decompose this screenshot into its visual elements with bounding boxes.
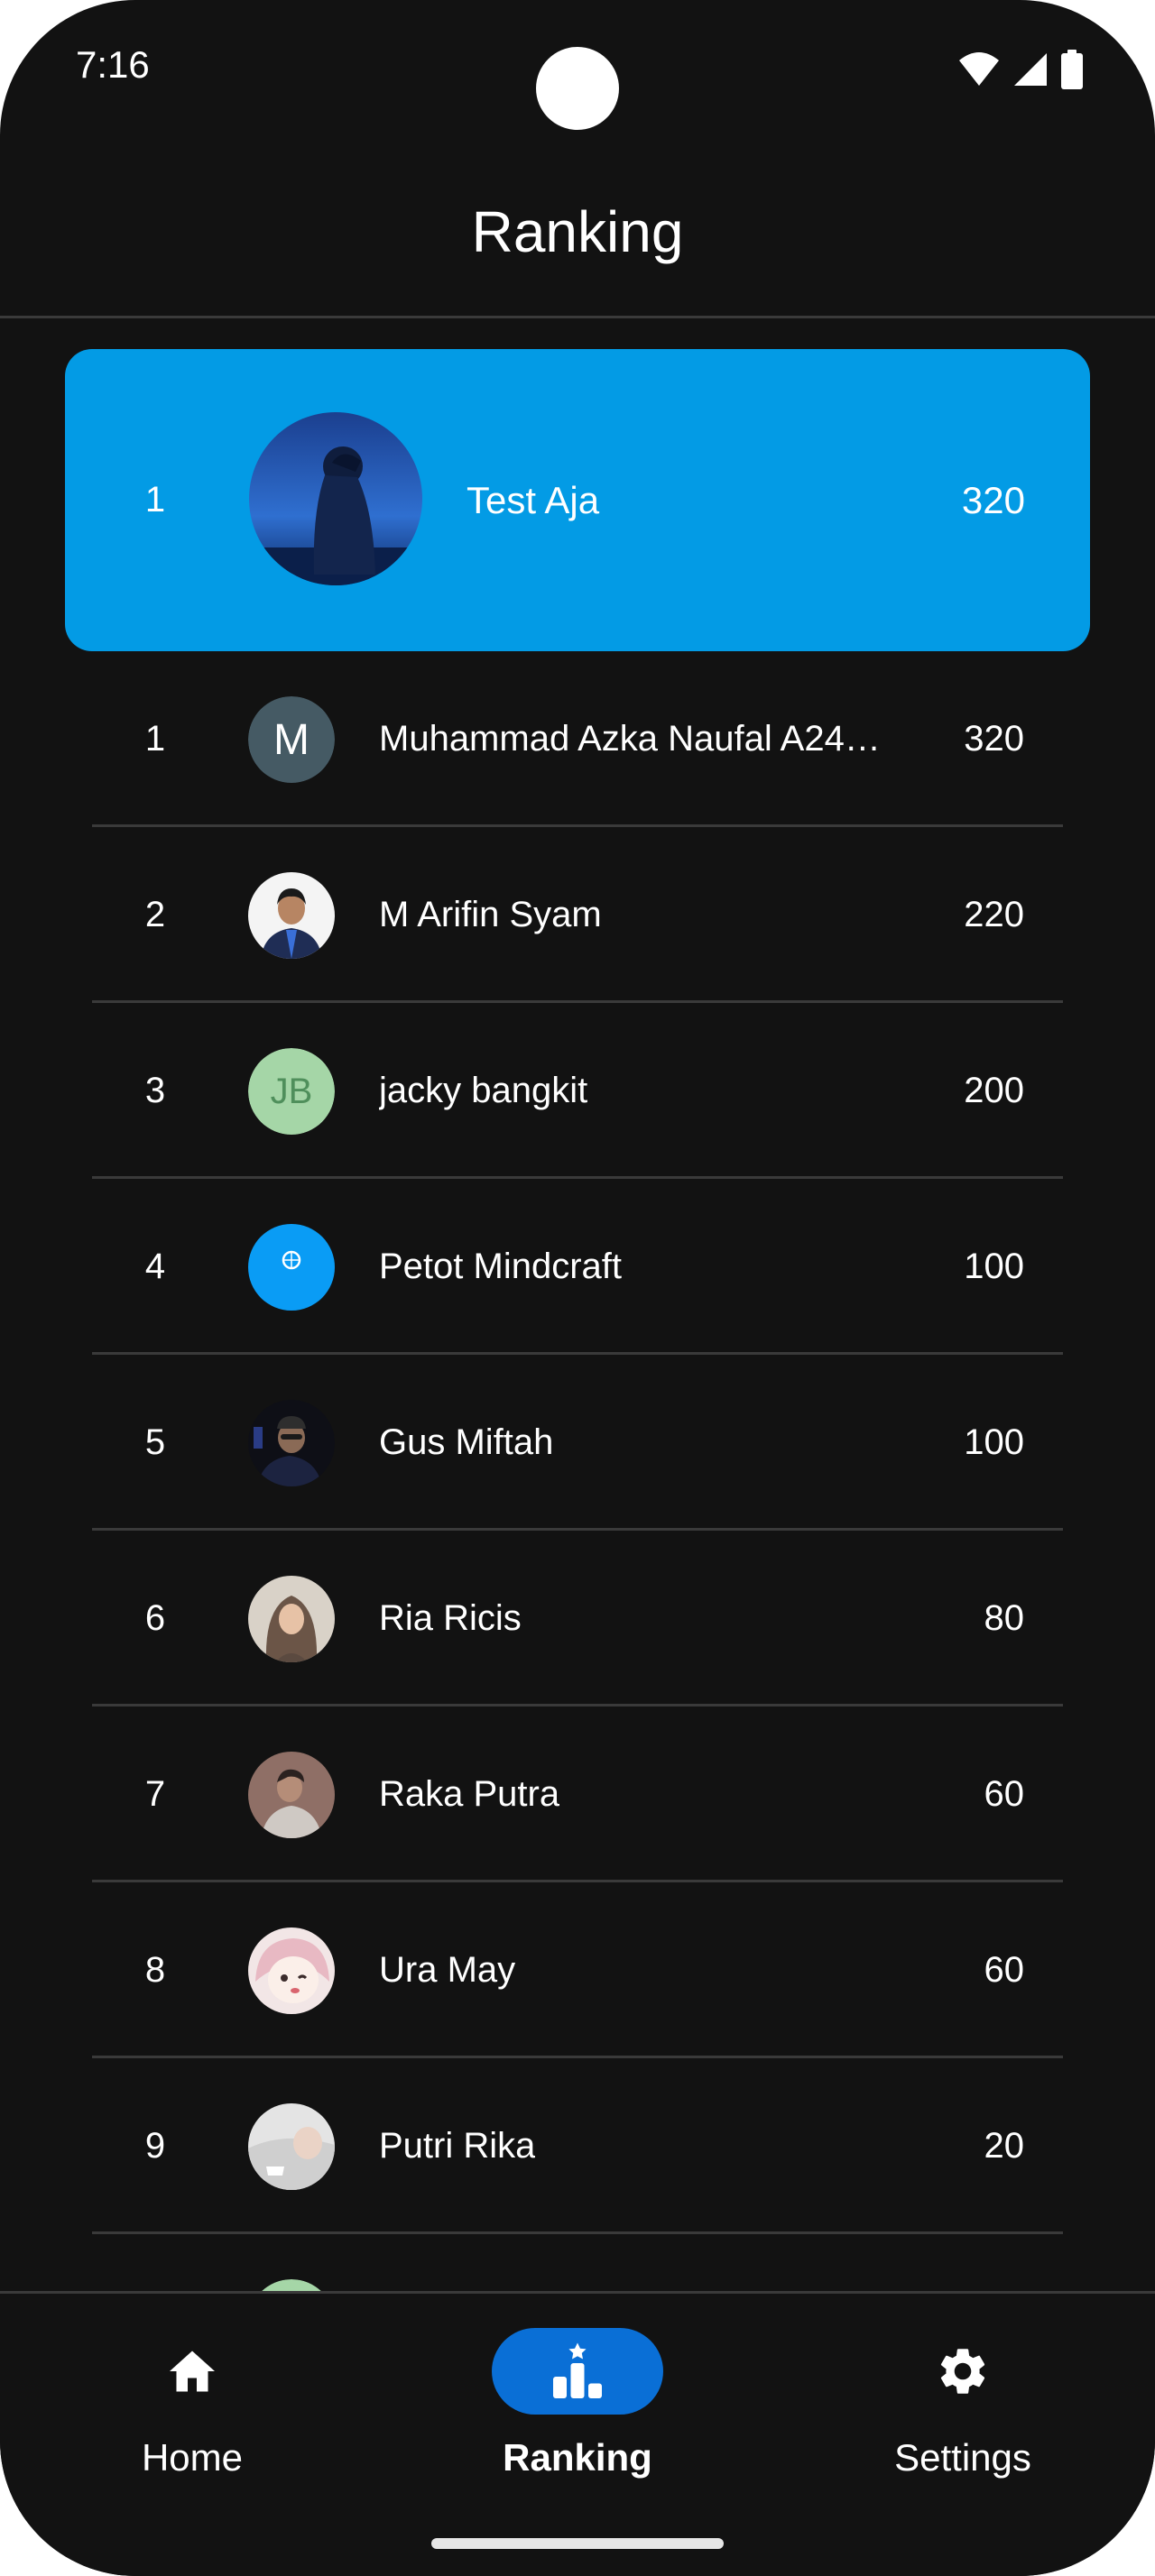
rank-number: 6 bbox=[144, 1598, 166, 1638]
rank-number: 1 bbox=[144, 719, 166, 759]
user-score: 20 bbox=[984, 2126, 1025, 2166]
user-name: Muhammad Azka Naufal A24… bbox=[379, 719, 881, 759]
rank-number: 8 bbox=[144, 1950, 166, 1990]
signal-icon bbox=[1014, 53, 1047, 86]
list-item[interactable]: 8 Ura May 60 bbox=[0, 1882, 1155, 2058]
avatar bbox=[248, 2103, 335, 2190]
home-indicator[interactable] bbox=[431, 2538, 724, 2549]
avatar bbox=[248, 1224, 335, 1311]
rank-number: 7 bbox=[144, 1774, 166, 1814]
avatar bbox=[248, 1400, 335, 1486]
status-icons bbox=[958, 49, 1083, 90]
user-name: jacky bangkit bbox=[379, 1071, 588, 1110]
avatar bbox=[248, 1752, 335, 1838]
user-score: 200 bbox=[964, 1071, 1024, 1110]
rank-number: 4 bbox=[144, 1247, 166, 1286]
home-icon bbox=[170, 2351, 215, 2392]
gear-icon bbox=[940, 2349, 985, 2394]
avatar: M bbox=[248, 696, 335, 783]
list-item[interactable]: 6 Ria Ricis 80 bbox=[0, 1531, 1155, 1707]
avatar-initial bbox=[248, 2279, 335, 2291]
avatar-initial: JB bbox=[248, 1048, 335, 1135]
avatar bbox=[249, 412, 422, 585]
avatar: JB bbox=[248, 1048, 335, 1135]
avatar bbox=[248, 1927, 335, 2014]
avatar-initial: M bbox=[248, 696, 335, 783]
page-title: Ranking bbox=[471, 199, 684, 264]
mindcraft-logo bbox=[248, 1224, 335, 1311]
list-item[interactable]: 4 Petot Mindcraft 100 bbox=[0, 1179, 1155, 1355]
bottom-navigation: Home Ranking Settings bbox=[0, 2291, 1155, 2576]
app-bar: Ranking bbox=[0, 171, 1155, 318]
user-score: 60 bbox=[984, 1950, 1025, 1990]
nav-label-settings: Settings bbox=[894, 2436, 1031, 2479]
nav-item-ranking[interactable]: Ranking bbox=[442, 2328, 713, 2508]
phone-screen: 7:16 Ranking 1 Test Aja 320 1 M Muhammad… bbox=[0, 0, 1155, 2576]
user-name: Putri Rika bbox=[379, 2126, 536, 2166]
user-score: 320 bbox=[964, 719, 1024, 759]
wifi-icon bbox=[959, 52, 999, 86]
battery-icon bbox=[1061, 50, 1083, 89]
rank-number: 3 bbox=[144, 1071, 166, 1110]
list-item[interactable]: 3 JB jacky bangkit 200 bbox=[0, 1003, 1155, 1179]
list-item[interactable]: 9 Putri Rika 20 bbox=[0, 2058, 1155, 2234]
rank-number: 9 bbox=[144, 2126, 166, 2166]
user-score: 100 bbox=[964, 1247, 1024, 1286]
list-item[interactable]: 2 M Arifin Syam 220 bbox=[0, 827, 1155, 1003]
user-score: 60 bbox=[984, 1774, 1025, 1814]
user-name: M Arifin Syam bbox=[379, 895, 602, 934]
nav-item-settings[interactable]: Settings bbox=[827, 2328, 1098, 2508]
user-name: Gus Miftah bbox=[379, 1422, 554, 1462]
list-item[interactable]: 5 Gus Miftah 100 bbox=[0, 1355, 1155, 1531]
rank-number: 2 bbox=[144, 895, 166, 934]
rank-number: 5 bbox=[144, 1422, 166, 1462]
user-score: 100 bbox=[964, 1422, 1024, 1462]
current-user-score: 320 bbox=[961, 479, 1025, 521]
nav-label-ranking: Ranking bbox=[503, 2436, 652, 2479]
nav-label-home: Home bbox=[141, 2436, 244, 2479]
avatar bbox=[248, 1576, 335, 1662]
status-bar: 7:16 bbox=[0, 0, 1155, 144]
ranking-list[interactable]: 1 M Muhammad Azka Naufal A24… 320 2 M Ar… bbox=[0, 651, 1155, 2291]
avatar bbox=[248, 872, 335, 959]
nav-item-home[interactable]: Home bbox=[57, 2328, 328, 2508]
current-user-name: Test Aja bbox=[467, 479, 600, 521]
nav-icon-container bbox=[106, 2328, 278, 2415]
podium-icon bbox=[553, 2342, 602, 2398]
user-name: Raka Putra bbox=[379, 1774, 560, 1814]
user-name: Ria Ricis bbox=[379, 1598, 522, 1638]
nav-icon-container bbox=[877, 2328, 1049, 2415]
user-name: Petot Mindcraft bbox=[379, 1247, 623, 1286]
avatar bbox=[248, 2279, 335, 2291]
current-user-card[interactable]: 1 Test Aja 320 bbox=[65, 349, 1090, 651]
nav-icon-container-active bbox=[492, 2328, 663, 2415]
list-item[interactable]: 1 M Muhammad Azka Naufal A24… 320 bbox=[0, 651, 1155, 827]
rank-number bbox=[65, 2234, 245, 2291]
list-item[interactable] bbox=[0, 2234, 1155, 2291]
user-score: 220 bbox=[964, 895, 1024, 934]
camera-cutout bbox=[536, 47, 619, 130]
user-name: Ura May bbox=[379, 1950, 516, 1990]
list-item[interactable]: 7 Raka Putra 60 bbox=[0, 1707, 1155, 1882]
user-score: 80 bbox=[984, 1598, 1025, 1638]
current-user-rank: 1 bbox=[144, 480, 166, 520]
status-time: 7:16 bbox=[76, 43, 150, 86]
